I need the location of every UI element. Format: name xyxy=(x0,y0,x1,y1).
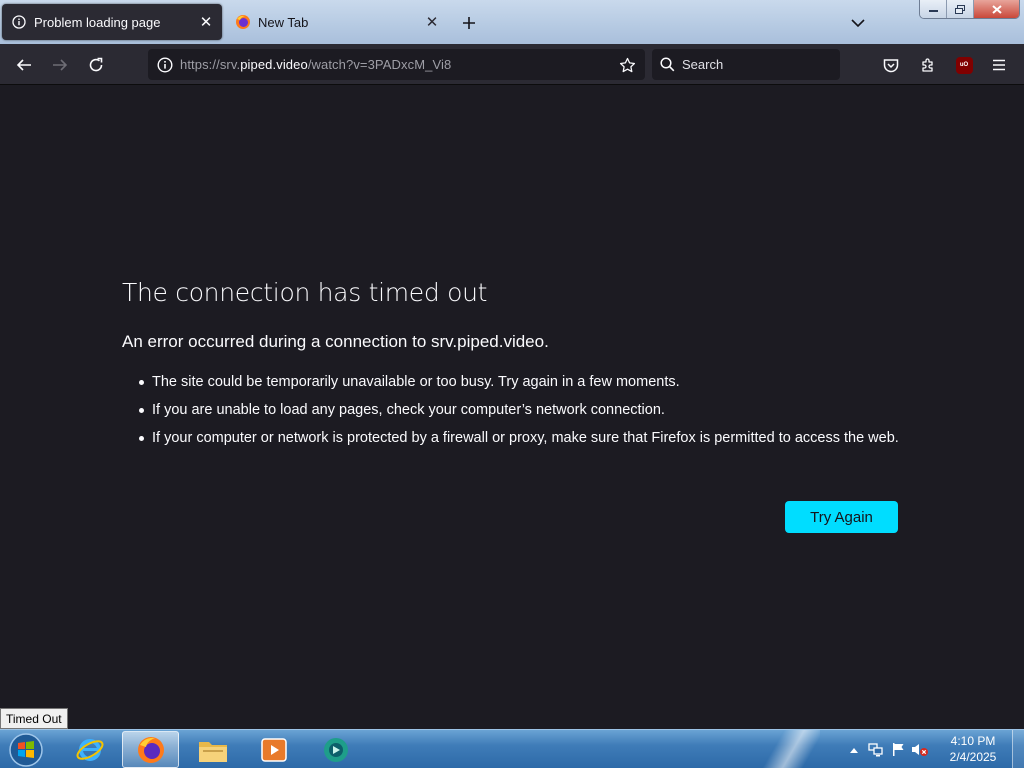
pocket-icon xyxy=(883,58,899,72)
extensions-button[interactable] xyxy=(913,50,943,80)
clock-time: 4:10 PM xyxy=(950,734,996,748)
tab-title: New Tab xyxy=(258,14,309,30)
system-clock[interactable]: 4:10 PM 2/4/2025 xyxy=(940,733,1006,765)
clock-date: 2/4/2025 xyxy=(949,750,997,764)
taskbar-media-player[interactable] xyxy=(245,731,302,768)
search-icon xyxy=(652,57,682,72)
action-center-flag-icon[interactable] xyxy=(887,739,909,761)
status-tooltip: Timed Out xyxy=(0,708,68,729)
app-icon xyxy=(323,737,348,762)
back-arrow-icon xyxy=(16,59,31,71)
hamburger-menu-icon xyxy=(993,59,1005,71)
list-all-tabs-button[interactable] xyxy=(845,10,871,36)
window-controls xyxy=(919,0,1020,19)
tab-problem-loading[interactable]: Problem loading page ✕ xyxy=(2,4,222,40)
try-again-button[interactable]: Try Again xyxy=(785,501,898,533)
chevron-up-icon xyxy=(850,747,858,753)
new-tab-button[interactable] xyxy=(456,10,482,36)
close-window-button[interactable] xyxy=(974,0,1019,18)
list-item: If you are unable to load any pages, che… xyxy=(134,400,904,420)
volume-muted-icon[interactable] xyxy=(909,739,931,761)
reload-icon xyxy=(89,57,103,72)
pocket-button[interactable] xyxy=(876,50,906,80)
reload-button[interactable] xyxy=(81,50,111,80)
error-page: The connection has timed out An error oc… xyxy=(0,86,1024,729)
url-path: /watch?v=3PADxcM_Vi8 xyxy=(307,57,452,72)
close-tab-icon[interactable]: ✕ xyxy=(194,10,218,34)
start-button[interactable] xyxy=(6,731,46,768)
taskbar-sheen xyxy=(760,730,820,768)
network-icon[interactable] xyxy=(865,739,887,761)
taskbar-file-explorer[interactable] xyxy=(184,731,241,768)
tab-strip: Problem loading page ✕ New Tab ✕ xyxy=(0,0,1024,44)
taskbar-firefox[interactable] xyxy=(122,731,179,768)
plus-icon xyxy=(463,17,475,29)
close-tab-icon[interactable]: ✕ xyxy=(420,10,444,34)
close-icon xyxy=(991,4,1002,14)
file-explorer-icon xyxy=(198,741,227,762)
navigation-toolbar: https://srv.piped.video/watch?v=3PADxcM_… xyxy=(0,44,1024,85)
tab-title: Problem loading page xyxy=(34,14,161,30)
info-icon xyxy=(11,14,27,30)
show-hidden-icons-button[interactable] xyxy=(843,739,865,761)
error-suggestions-list: The site could be temporarily unavailabl… xyxy=(134,372,904,456)
error-description: An error occurred during a connection to… xyxy=(122,332,549,351)
back-button[interactable] xyxy=(9,50,39,80)
taskbar: 4:10 PM 2/4/2025 xyxy=(0,729,1024,768)
search-input[interactable] xyxy=(682,57,832,72)
address-bar[interactable]: https://srv.piped.video/watch?v=3PADxcM_… xyxy=(148,49,645,80)
site-info-icon[interactable] xyxy=(150,56,180,73)
minimize-button[interactable] xyxy=(920,0,947,18)
forward-button[interactable] xyxy=(45,50,75,80)
taskbar-internet-explorer[interactable] xyxy=(61,731,118,768)
ublock-origin-button[interactable]: uO xyxy=(949,50,979,80)
list-item: The site could be temporarily unavailabl… xyxy=(134,372,904,392)
firefox-icon xyxy=(235,14,251,30)
bookmark-star-icon[interactable] xyxy=(615,53,639,77)
restore-icon xyxy=(955,4,965,14)
firefox-icon xyxy=(137,736,164,763)
show-desktop-button[interactable] xyxy=(1012,730,1024,768)
internet-explorer-icon xyxy=(76,738,103,761)
error-title: The connection has timed out xyxy=(122,278,488,307)
url-text: https://srv.piped.video/watch?v=3PADxcM_… xyxy=(180,57,451,72)
chevron-down-icon xyxy=(851,19,865,28)
list-item: If your computer or network is protected… xyxy=(134,428,904,448)
restore-button[interactable] xyxy=(947,0,974,18)
tab-new-tab[interactable]: New Tab ✕ xyxy=(226,4,448,40)
system-tray xyxy=(843,730,931,768)
url-domain: piped.video xyxy=(240,57,308,72)
forward-arrow-icon xyxy=(53,59,68,71)
url-prefix: https://srv. xyxy=(180,57,241,72)
ublock-origin-icon: uO xyxy=(955,56,973,74)
puzzle-piece-icon xyxy=(922,58,933,72)
minimize-icon xyxy=(928,10,938,12)
search-bar[interactable] xyxy=(652,49,840,80)
media-player-icon xyxy=(260,737,287,762)
app-menu-button[interactable] xyxy=(984,50,1014,80)
taskbar-app[interactable] xyxy=(307,731,364,768)
windows-start-icon xyxy=(9,732,43,767)
